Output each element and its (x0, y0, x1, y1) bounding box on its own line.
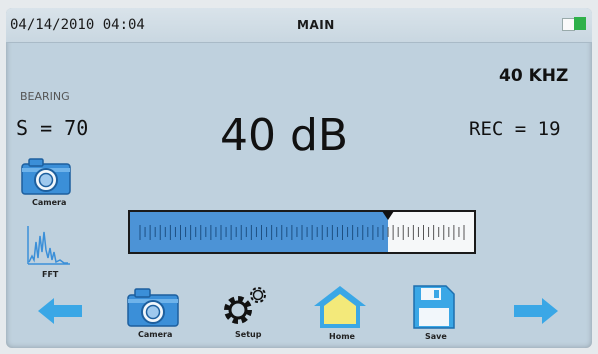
sensitivity-value: S = 70 (16, 116, 89, 140)
device-frame: 04/14/2010 04:04 MAIN BEARING S = 70 40 … (0, 0, 598, 354)
setup-button[interactable]: Setup (218, 284, 274, 344)
meter-pointer (382, 211, 394, 220)
fft-label: FFT (42, 270, 59, 279)
right-arrow-icon[interactable] (514, 298, 558, 324)
side-camera-button[interactable]: Camera (20, 156, 74, 210)
home-icon (314, 286, 366, 328)
camera-icon (21, 158, 71, 195)
setup-label: Setup (235, 330, 262, 339)
nav-camera-label: Camera (138, 330, 173, 339)
status-bar: 04/14/2010 04:04 MAIN (6, 8, 592, 43)
fft-button[interactable]: FFT (20, 222, 74, 282)
side-camera-label: Camera (32, 198, 67, 207)
frequency-value: 40 KHZ (499, 66, 569, 86)
gear-icon (224, 287, 266, 324)
bearing-label: BEARING (20, 90, 70, 103)
battery-icon (562, 17, 586, 31)
decibel-reading: 40 dB (220, 110, 349, 161)
home-label: Home (329, 332, 355, 341)
meter-scale (139, 225, 465, 240)
left-arrow-icon[interactable] (38, 298, 82, 324)
camera-icon (127, 288, 179, 327)
nav-camera-button[interactable]: Camera (126, 286, 182, 344)
save-button[interactable]: Save (406, 284, 462, 344)
date-time: 04/14/2010 04:04 (10, 17, 145, 33)
home-button[interactable]: Home (312, 284, 368, 344)
fft-icon (27, 226, 70, 265)
save-label: Save (425, 332, 447, 341)
lcd-screen: 04/14/2010 04:04 MAIN BEARING S = 70 40 … (6, 8, 592, 348)
record-count: REC = 19 (469, 118, 561, 140)
screen-title: MAIN (297, 18, 335, 32)
save-icon (413, 285, 455, 329)
level-meter (128, 210, 476, 254)
